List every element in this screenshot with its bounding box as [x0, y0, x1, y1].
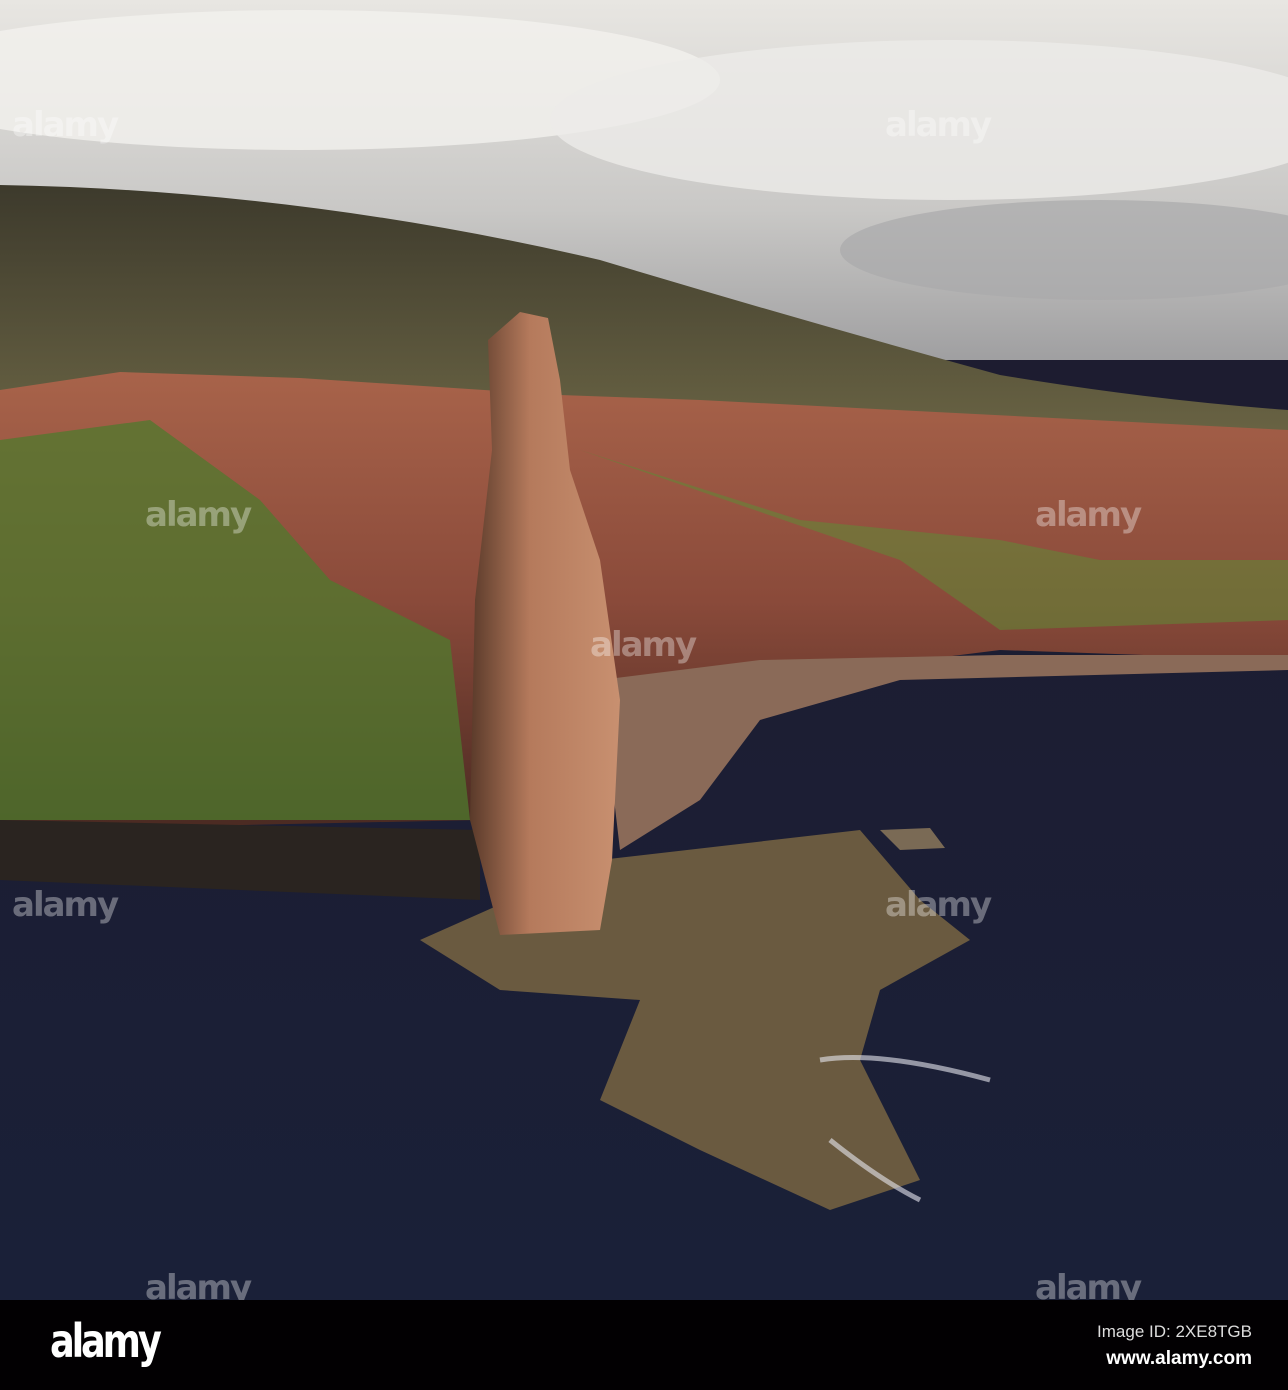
watermark: alamy [885, 105, 992, 145]
site-url: www.alamy.com [1106, 1348, 1252, 1369]
watermark: alamy [1035, 495, 1142, 535]
image-id: Image ID: 2XE8TGB [1097, 1322, 1252, 1341]
stock-photo-page: alamy alamy alamy alamy alamy alamy alam… [0, 0, 1288, 1390]
watermark: alamy [12, 885, 119, 925]
watermark: alamy [885, 885, 992, 925]
watermark: alamy [590, 625, 697, 665]
alamy-logo: alamy [50, 1314, 162, 1368]
footer-bar: alamy Image ID: 2XE8TGB www.alamy.com [0, 1300, 1288, 1390]
watermark: alamy [145, 495, 252, 535]
watermark: alamy [12, 105, 119, 145]
